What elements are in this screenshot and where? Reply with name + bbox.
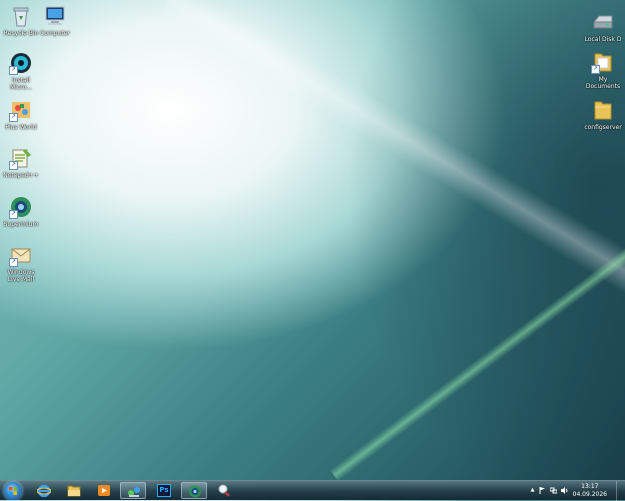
desktop: Recycle Bin Computer ↗ Install Micro... … xyxy=(0,0,625,480)
show-desktop-button[interactable] xyxy=(616,481,625,501)
action-center-flag-icon[interactable] xyxy=(539,487,546,494)
desktop-icon-notepad-plus-plus[interactable]: ↗ Notepad++ xyxy=(0,146,42,179)
volume-icon[interactable] xyxy=(561,487,568,494)
shortcut-arrow-icon: ↗ xyxy=(9,113,18,122)
desktop-icon-label: Supermium xyxy=(3,221,39,228)
shortcut-arrow-icon: ↗ xyxy=(9,66,18,75)
plus-world-icon: ↗ xyxy=(9,98,33,122)
taskbar-internet-explorer[interactable] xyxy=(31,482,57,499)
taskbar-supermium[interactable] xyxy=(181,482,207,499)
desktop-icon-supermium[interactable]: ↗ Supermium xyxy=(0,195,42,228)
notepad-plus-plus-icon: ↗ xyxy=(9,146,33,170)
network-icon xyxy=(128,487,140,497)
system-tray: ▲ 13:17 04.09.2026 xyxy=(525,481,625,501)
photoshop-icon: Ps xyxy=(157,484,171,497)
taskbar: Ps ▲ 13:17 04.09.2026 xyxy=(0,480,625,501)
install-disc-icon: ↗ xyxy=(9,51,33,75)
start-button[interactable] xyxy=(4,482,22,500)
internet-explorer-icon xyxy=(37,484,51,497)
folder-icon xyxy=(591,98,615,122)
file-explorer-icon xyxy=(67,485,81,497)
shortcut-arrow-icon: ↗ xyxy=(591,65,600,74)
desktop-icon-label: Notepad++ xyxy=(3,172,39,179)
desktop-icon-label: Local Disk D xyxy=(584,36,622,43)
mail-icon: ↗ xyxy=(9,243,33,267)
recycle-bin-icon xyxy=(9,4,33,28)
supermium-icon: ↗ xyxy=(9,195,33,219)
desktop-icon-label: Install Micro... xyxy=(10,77,32,91)
media-player-icon xyxy=(98,485,110,496)
taskbar-magnifier[interactable] xyxy=(211,482,237,499)
shortcut-arrow-icon: ↗ xyxy=(9,258,18,267)
show-hidden-icons-arrow[interactable]: ▲ xyxy=(529,487,536,494)
supermium-icon xyxy=(189,485,201,498)
desktop-icon-my-documents[interactable]: ↗ My Documents xyxy=(582,50,624,90)
desktop-icon-label: Plus World xyxy=(5,124,37,131)
hard-drive-icon xyxy=(591,10,615,34)
taskbar-file-explorer[interactable] xyxy=(61,482,87,499)
taskbar-media-player[interactable] xyxy=(91,482,117,499)
desktop-icon-install-micro[interactable]: ↗ Install Micro... xyxy=(0,51,42,91)
desktop-icon-plus-world[interactable]: ↗ Plus World xyxy=(0,98,42,131)
desktop-icon-label: configserver xyxy=(584,124,622,131)
taskbar-photoshop[interactable]: Ps xyxy=(151,482,177,499)
shortcut-arrow-icon: ↗ xyxy=(9,210,18,219)
desktop-icon-label: Computer xyxy=(40,30,70,37)
windows-logo-icon xyxy=(9,487,17,495)
computer-icon xyxy=(43,4,67,28)
desktop-icon-label: Windows Live Mail xyxy=(7,269,35,283)
clock[interactable]: 13:17 04.09.2026 xyxy=(573,483,607,499)
desktop-icon-computer[interactable]: Computer xyxy=(34,4,76,37)
desktop-icon-windows-live-mail[interactable]: ↗ Windows Live Mail xyxy=(0,243,42,283)
magnifier-icon xyxy=(218,484,230,497)
folder-icon: ↗ xyxy=(591,50,615,74)
network-tray-icon[interactable] xyxy=(549,487,558,494)
taskbar-network[interactable] xyxy=(120,482,146,499)
clock-date: 04.09.2026 xyxy=(572,491,607,498)
desktop-icon-configserver[interactable]: configserver xyxy=(582,98,624,131)
clock-time: 13:17 xyxy=(581,483,599,490)
desktop-icon-label: My Documents xyxy=(585,76,621,90)
desktop-icon-local-disk-d[interactable]: Local Disk D xyxy=(582,10,624,43)
shortcut-arrow-icon: ↗ xyxy=(9,161,18,170)
